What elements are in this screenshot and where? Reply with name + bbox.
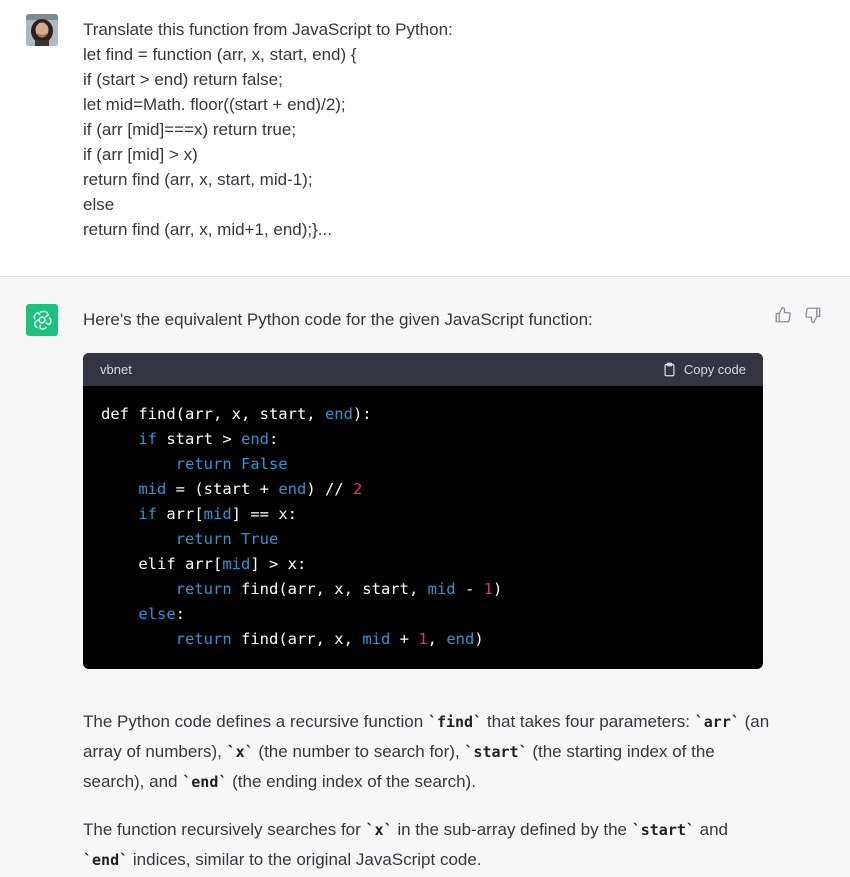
code-token: end [446,630,475,648]
explanation-paragraph-1: The Python code defines a recursive func… [83,707,773,797]
paragraph-text: indices, similar to the original JavaScr… [128,850,482,869]
code-line: return find(arr, x, start, mid - 1) [101,577,763,602]
paragraph-text: in the sub-array defined by the [392,820,632,839]
code-language-label: vbnet [100,362,132,377]
code-token: ): [352,405,372,423]
code-content: def find(arr, x, start, end): if start >… [83,386,763,652]
paragraph-text: (the ending index of the search). [227,772,476,791]
code-token: return False [175,455,288,473]
code-token: mid [222,555,251,573]
code-token: end [241,430,269,448]
code-token: 2 [352,480,363,498]
inline-code: `end` [182,773,228,791]
code-token: if [138,505,157,523]
code-token: , [427,630,447,648]
code-token: = (start + [166,480,279,498]
code-line: elif arr[mid] > x: [101,552,763,577]
code-token: 1 [418,630,428,648]
code-line: mid = (start + end) // 2 [101,477,763,502]
code-token: mid [362,630,391,648]
code-token: def find(arr, x, start, [101,405,325,423]
code-token: : [269,430,279,448]
copy-code-button[interactable]: Copy code [662,362,746,377]
openai-logo-icon [33,310,52,330]
paragraph-text: (the number to search for), [253,742,465,761]
inline-code: `find` [427,713,483,731]
user-message-line: else [83,195,115,214]
paragraph-text: and [694,820,729,839]
thumbs-up-button[interactable] [774,306,792,324]
user-message-line: return find (arr, x, start, mid-1); [83,170,313,189]
code-token: return [175,580,232,598]
code-token: find(arr, x, [231,630,363,648]
code-line: return False [101,452,763,477]
user-message-line: Translate this function from JavaScript … [83,20,453,39]
code-token: else [138,605,176,623]
user-message-line: if (start > end) return false; [83,70,283,89]
assistant-avatar [26,304,58,336]
code-line: else: [101,602,763,627]
inline-code: `end` [83,851,129,869]
user-message-row: Translate this function from JavaScript … [0,0,850,277]
code-token: return [175,630,232,648]
code-line: if arr[mid] == x: [101,502,763,527]
user-message-line: if (arr [mid] > x) [83,145,198,164]
code-line: return True [101,527,763,552]
assistant-intro-text: Here's the equivalent Python code for th… [83,310,593,329]
code-token: mid [427,580,456,598]
code-token: elif arr[ [138,555,223,573]
user-message-line: let mid=Math. floor((start + end)/2); [83,95,346,114]
code-block: vbnet Copy code def find(arr, x, start, … [83,353,763,669]
code-token: ] > x: [250,555,307,573]
code-line: def find(arr, x, start, end): [101,402,763,427]
code-token: arr[ [157,505,204,523]
thumbs-down-button[interactable] [804,306,822,324]
paragraph-text: The function recursively searches for [83,820,366,839]
code-token: start > [157,430,241,448]
explanation-paragraph-2: The function recursively searches for `x… [83,815,773,875]
code-token: return True [175,530,279,548]
inline-code: `start` [464,743,528,761]
user-message-line: return find (arr, x, mid+1, end);}... [83,220,332,239]
code-token: ) [492,580,503,598]
code-token: 1 [483,580,493,598]
code-token: end [278,480,307,498]
assistant-message-row: Here's the equivalent Python code for th… [0,278,850,877]
user-message-line: let find = function (arr, x, start, end)… [83,45,357,64]
code-token: mid [203,505,232,523]
code-token: end [324,405,353,423]
code-token: if [138,430,157,448]
code-line: return find(arr, x, mid + 1, end) [101,627,763,652]
clipboard-icon [664,362,675,377]
inline-code: `x` [365,821,393,839]
thumbs-up-icon [775,306,791,323]
user-avatar [26,14,58,46]
paragraph-text: that takes four parameters: [482,712,695,731]
copy-code-label: Copy code [683,362,746,377]
user-message-line: if (arr [mid]===x) return true; [83,120,297,139]
code-token: mid [138,480,167,498]
code-block-header: vbnet Copy code [83,353,763,386]
code-line: if start > end: [101,427,763,452]
code-token: - [455,580,484,598]
thumbs-down-icon [805,307,821,324]
inline-code: `x` [226,743,254,761]
inline-code: `start` [631,821,695,839]
user-message-text: Translate this function from JavaScript … [83,17,783,242]
inline-code: `arr` [694,713,740,731]
code-token: + [390,630,419,648]
code-token: find(arr, x, start, [231,580,428,598]
code-token: ) [474,630,484,648]
code-token: : [175,605,185,623]
code-token: ] == x: [231,505,297,523]
code-token: ) // [306,480,353,498]
paragraph-text: The Python code defines a recursive func… [83,712,428,731]
